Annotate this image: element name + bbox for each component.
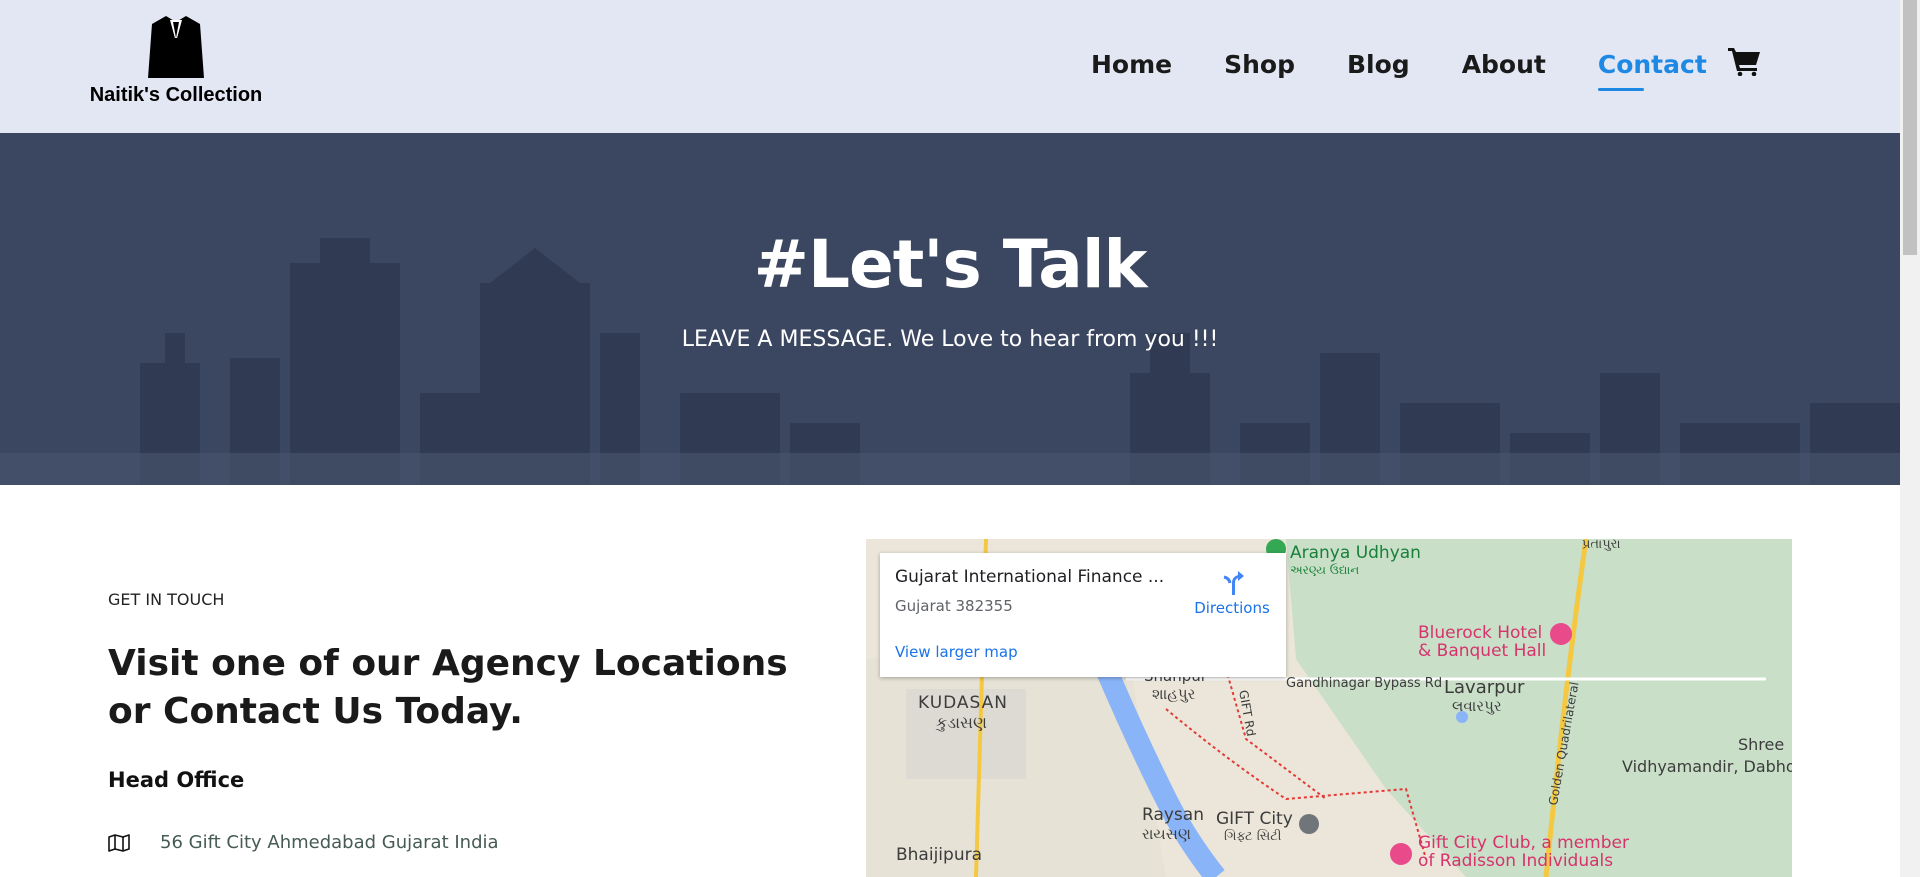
nav-contact[interactable]: Contact — [1597, 50, 1707, 91]
map-label: KUDASAN — [918, 693, 1009, 713]
place-info-card: Gujarat International Finance ... Gujara… — [880, 553, 1286, 677]
nav-shop[interactable]: Shop — [1224, 50, 1295, 79]
brand-name: Naitik's Collection — [89, 84, 263, 106]
map-label: Aranya Udhyan — [1290, 543, 1421, 563]
map-label: Vidhyamandir, Dabhoda — [1622, 757, 1792, 776]
scrollbar-thumb[interactable] — [1903, 0, 1917, 255]
map-label: Gandhinagar Bypass Rd — [1286, 676, 1443, 691]
map-label: Raysan — [1142, 805, 1204, 825]
nav-home[interactable]: Home — [1091, 50, 1172, 79]
section-eyebrow: GET IN TOUCH — [108, 590, 225, 609]
map-label: of Radisson Individuals — [1418, 851, 1614, 871]
map-label: Lavarpur — [1444, 677, 1525, 698]
map-label: GIFT City — [1216, 809, 1293, 829]
view-larger-map-link[interactable]: View larger map — [895, 643, 1018, 661]
map-label: Shree — [1738, 735, 1785, 754]
brand-logo[interactable]: Naitik's Collection — [86, 12, 266, 112]
hero-title: #Let's Talk — [753, 226, 1148, 303]
map-label: અરણ્ય ઉદ્યાન — [1290, 563, 1360, 577]
map-label: Bhaijipura — [896, 845, 982, 865]
place-address: Gujarat 382355 — [895, 597, 1013, 615]
hero-banner: #Let's Talk LEAVE A MESSAGE. We Love to … — [0, 133, 1900, 485]
nav-blog[interactable]: Blog — [1347, 50, 1410, 79]
map-label: લવારપુર — [1452, 697, 1502, 715]
main-nav: Home Shop Blog About Contact — [1091, 50, 1759, 91]
site-header: Naitik's Collection Home Shop Blog About… — [0, 0, 1900, 133]
head-office-title: Head Office — [108, 768, 245, 792]
map-label: રાયસણ — [1142, 825, 1191, 843]
map-label: & Banquet Hall — [1418, 641, 1547, 661]
directions-button[interactable]: Directions — [1187, 567, 1277, 617]
place-name: Gujarat International Finance ... — [895, 567, 1165, 587]
address-row: 56 Gift City Ahmedabad Gujarat India — [108, 832, 499, 853]
directions-icon — [1223, 571, 1244, 595]
address-text: 56 Gift City Ahmedabad Gujarat India — [160, 832, 499, 853]
nav-about[interactable]: About — [1462, 50, 1546, 79]
section-heading: Visit one of our Agency Locations or Con… — [108, 643, 788, 732]
directions-label: Directions — [1194, 599, 1270, 617]
map-label: Bluerock Hotel — [1418, 623, 1543, 643]
embedded-map[interactable]: Aranya Udhyan અરણ્ય ઉદ્યાન Bluerock Hote… — [866, 539, 1792, 877]
map-label: શાહપુર — [1152, 685, 1196, 703]
map-icon — [108, 833, 130, 852]
city-skyline-image — [0, 238, 1900, 485]
map-label: પ્રતાપુરા — [1582, 539, 1621, 552]
map-label: ગિફ્ટ સિટી — [1224, 829, 1282, 844]
suit-icon — [148, 16, 204, 78]
map-label: Gift City Club, a member — [1418, 833, 1629, 853]
map-label: કુડાસણ — [936, 713, 987, 732]
page-scrollbar[interactable] — [1900, 0, 1920, 877]
shopping-cart-icon[interactable] — [1728, 46, 1762, 76]
hero-subtitle: LEAVE A MESSAGE. We Love to hear from yo… — [681, 327, 1219, 352]
